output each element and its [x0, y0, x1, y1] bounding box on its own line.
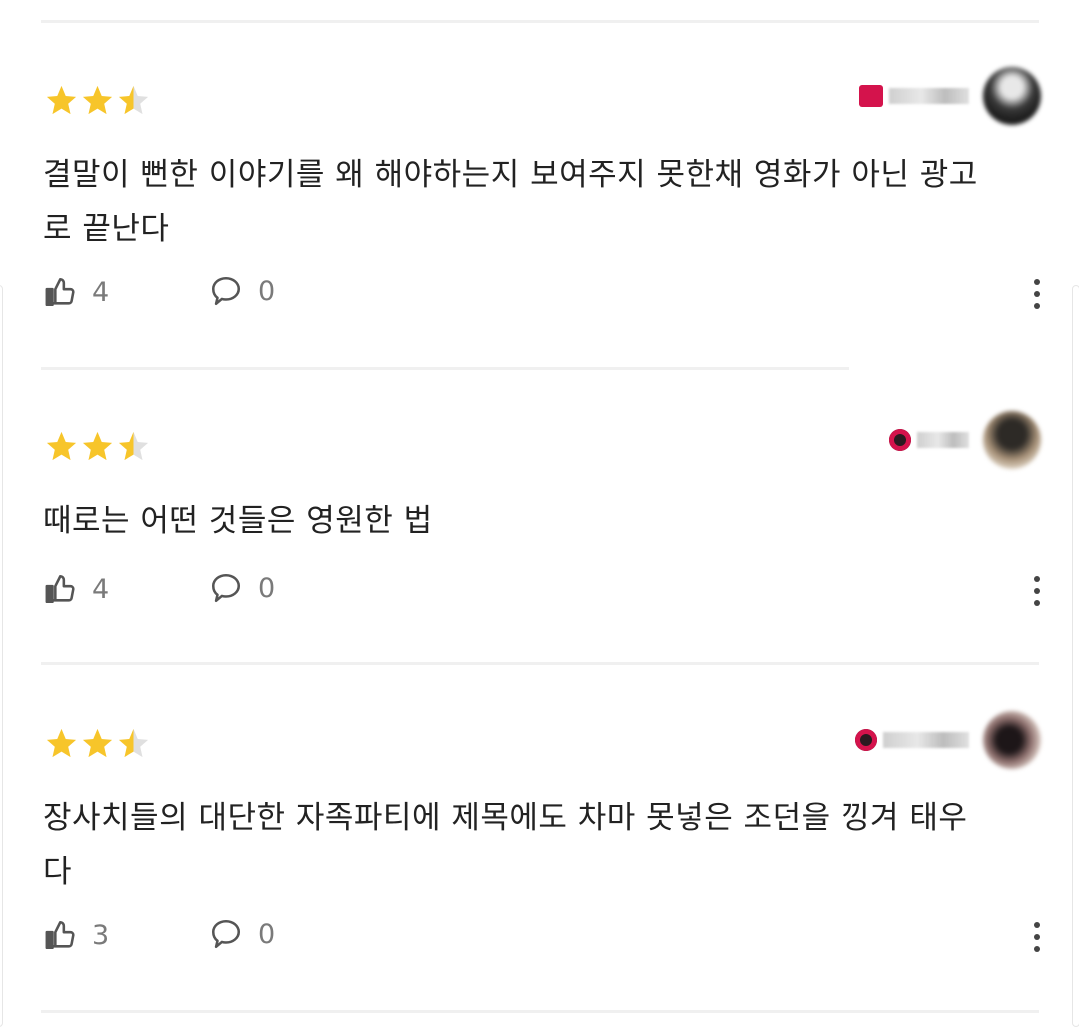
blurred-name — [889, 88, 969, 104]
like-button[interactable]: 4 — [44, 274, 109, 310]
star-half-icon — [118, 728, 149, 758]
review-actions: 4 0 — [44, 571, 1044, 611]
comment-button[interactable]: 0 — [208, 917, 275, 951]
reviewer-name-blurred — [855, 728, 969, 752]
star-rating — [44, 726, 151, 761]
reviewer-badge — [889, 429, 911, 451]
avatar — [983, 711, 1041, 769]
like-count: 4 — [92, 573, 110, 605]
like-count: 4 — [92, 276, 110, 308]
comment-count: 0 — [258, 572, 276, 604]
more-options-icon[interactable] — [1030, 917, 1044, 957]
star-full-icon — [46, 85, 77, 115]
reviewer-name-blurred — [859, 84, 969, 108]
like-button[interactable]: 4 — [44, 571, 109, 607]
review-text: 결말이 뻔한 이야기를 왜 해야하는지 보여주지 못한채 영화가 아닌 광고 로… — [43, 157, 978, 247]
speech-bubble-icon — [211, 919, 241, 949]
reviewer-profile[interactable] — [855, 711, 1041, 769]
comment-button[interactable]: 0 — [208, 274, 275, 308]
star-full-icon — [46, 728, 77, 758]
review-text: 장사치들의 대단한 자족파티에 제목에도 차마 못넣은 조던을 낑겨 태우 다 — [43, 800, 968, 890]
star-full-icon — [82, 85, 113, 115]
blurred-name — [883, 732, 969, 748]
thumbs-up-icon — [45, 277, 75, 307]
more-options-icon[interactable] — [1030, 274, 1044, 314]
like-button[interactable]: 3 — [44, 917, 109, 953]
thumbs-up-icon — [45, 920, 75, 950]
star-half-icon — [118, 85, 149, 115]
speech-bubble-icon — [211, 573, 241, 603]
star-half-icon — [118, 431, 149, 461]
comment-button[interactable]: 0 — [208, 571, 275, 605]
divider — [41, 1010, 1039, 1013]
reviewer-name-blurred — [889, 428, 969, 452]
avatar — [983, 67, 1041, 125]
speech-bubble-icon — [211, 276, 241, 306]
reviewer-profile[interactable] — [859, 67, 1041, 125]
divider — [41, 20, 1039, 23]
reviewer-badge — [855, 729, 877, 751]
thumbs-up-icon — [45, 574, 75, 604]
star-rating — [44, 83, 151, 118]
divider — [41, 662, 1039, 665]
comment-count: 0 — [258, 275, 276, 307]
like-count: 3 — [92, 919, 110, 951]
reviewer-profile[interactable] — [889, 411, 1041, 469]
review-actions: 3 0 — [44, 917, 1044, 957]
review-text: 때로는 어떤 것들은 영원한 법 — [43, 503, 433, 539]
reviewer-badge — [859, 85, 883, 107]
star-full-icon — [82, 728, 113, 758]
star-full-icon — [82, 431, 113, 461]
star-rating — [44, 429, 151, 464]
left-edge — [0, 285, 3, 1027]
comment-count: 0 — [258, 918, 276, 950]
more-options-icon[interactable] — [1030, 571, 1044, 611]
right-edge — [1072, 285, 1079, 1027]
blurred-name — [917, 432, 969, 448]
avatar — [983, 411, 1041, 469]
review-actions: 4 0 — [44, 274, 1044, 314]
divider — [41, 367, 849, 370]
star-full-icon — [46, 431, 77, 461]
